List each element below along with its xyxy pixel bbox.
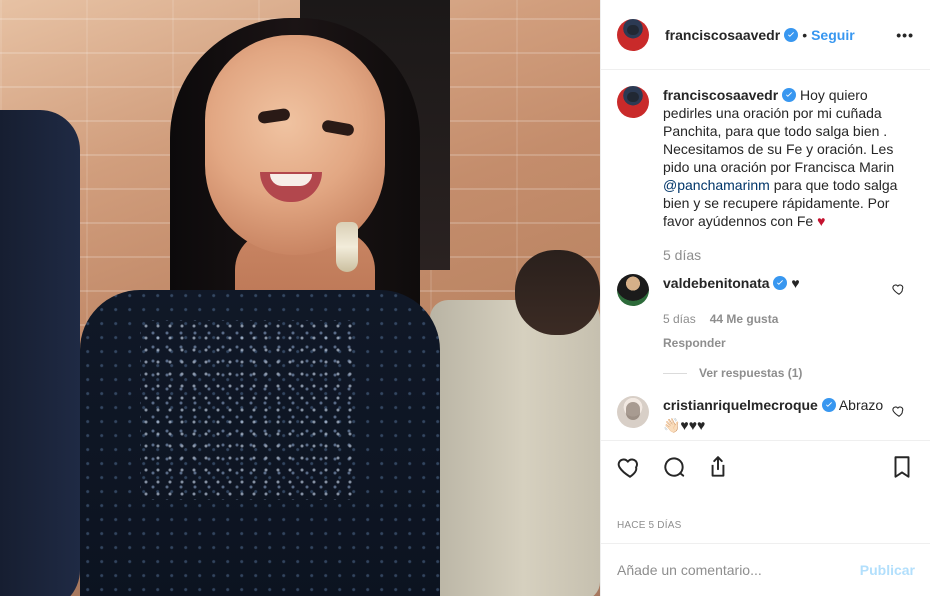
comment-username[interactable]: cristianriquelmecroque xyxy=(663,397,818,413)
actions-row xyxy=(617,451,915,483)
bookmark-icon[interactable] xyxy=(889,454,915,480)
post-sidebar: franciscosaavedr • Seguir ••• franciscos… xyxy=(600,0,930,596)
caption-avatar[interactable] xyxy=(617,86,649,118)
caption-row: franciscosaavedr Hoy quiero pedirles una… xyxy=(617,86,914,264)
replies-divider-line xyxy=(663,372,687,374)
owner-username-text[interactable]: franciscosaavedr xyxy=(665,27,780,43)
comment-verified-badge-icon xyxy=(821,398,836,412)
comment-body: cristianriquelmecroque Abrazo 👋🏻♥♥♥ xyxy=(663,396,914,434)
comment-row: cristianriquelmecroque Abrazo 👋🏻♥♥♥ xyxy=(617,396,914,434)
earring xyxy=(336,222,358,272)
person-right-suit xyxy=(430,300,600,596)
comment-likes[interactable]: 44 Me gusta xyxy=(710,310,779,328)
caption-time[interactable]: 5 días xyxy=(663,246,914,264)
caption-username[interactable]: franciscosaavedr xyxy=(663,87,778,103)
post-header: franciscosaavedr • Seguir ••• xyxy=(601,0,930,70)
instagram-post-modal: franciscosaavedr • Seguir ••• franciscos… xyxy=(0,0,930,596)
woman-face xyxy=(205,35,385,255)
caption-verified-badge-icon xyxy=(782,88,797,102)
like-heart-icon[interactable] xyxy=(617,454,643,480)
woman-teeth xyxy=(270,174,312,186)
comment-row: valdebenitonata ♥ 5 días 44 Me gusta Res… xyxy=(617,274,914,382)
comment-time[interactable]: 5 días xyxy=(663,310,696,328)
comment-text: Abrazo xyxy=(838,397,884,413)
comment-body: valdebenitonata ♥ 5 días 44 Me gusta Res… xyxy=(663,274,914,382)
separator-dot: • xyxy=(802,26,808,43)
comment-like-heart-icon[interactable] xyxy=(892,282,906,296)
share-icon[interactable] xyxy=(705,454,731,480)
comment-bubble-icon[interactable] xyxy=(661,454,687,480)
view-replies[interactable]: Ver respuestas (1) xyxy=(663,364,914,382)
comment-text: ♥ xyxy=(791,275,800,291)
comment-emoji-line: 👋🏻♥♥♥ xyxy=(663,417,706,433)
add-comment-bar: Publicar xyxy=(601,543,930,596)
comment-input[interactable] xyxy=(617,562,847,578)
comment-avatar[interactable] xyxy=(617,274,649,306)
post-timestamp[interactable]: HACE 5 DÍAS xyxy=(617,520,681,531)
owner-avatar[interactable] xyxy=(617,18,649,51)
comment-username[interactable]: valdebenitonata xyxy=(663,275,770,291)
red-heart-emoji: ♥ xyxy=(817,213,826,229)
caption-mention-link[interactable]: @panchamarinm xyxy=(663,177,770,193)
dress-sparkles xyxy=(140,320,360,500)
verified-badge-icon xyxy=(784,27,799,42)
comment-like-heart-icon[interactable] xyxy=(892,404,906,418)
publish-button[interactable]: Publicar xyxy=(860,562,915,578)
post-photo[interactable] xyxy=(0,0,600,596)
post-actions xyxy=(601,440,930,496)
comments-area: franciscosaavedr Hoy quiero pedirles una… xyxy=(601,70,930,440)
caption-body: franciscosaavedr Hoy quiero pedirles una… xyxy=(663,86,914,264)
reply-button[interactable]: Responder xyxy=(663,334,914,352)
person-right-arm xyxy=(515,250,600,335)
view-replies-text[interactable]: Ver respuestas (1) xyxy=(699,364,802,382)
person-left-shoulder xyxy=(0,110,80,596)
owner-username[interactable]: franciscosaavedr xyxy=(665,27,799,43)
follow-button[interactable]: Seguir xyxy=(811,27,855,43)
comment-verified-badge-icon xyxy=(773,276,788,290)
comment-meta: 5 días 44 Me gusta xyxy=(663,310,914,328)
more-options-icon[interactable]: ••• xyxy=(896,27,914,43)
comment-avatar[interactable] xyxy=(617,396,649,428)
